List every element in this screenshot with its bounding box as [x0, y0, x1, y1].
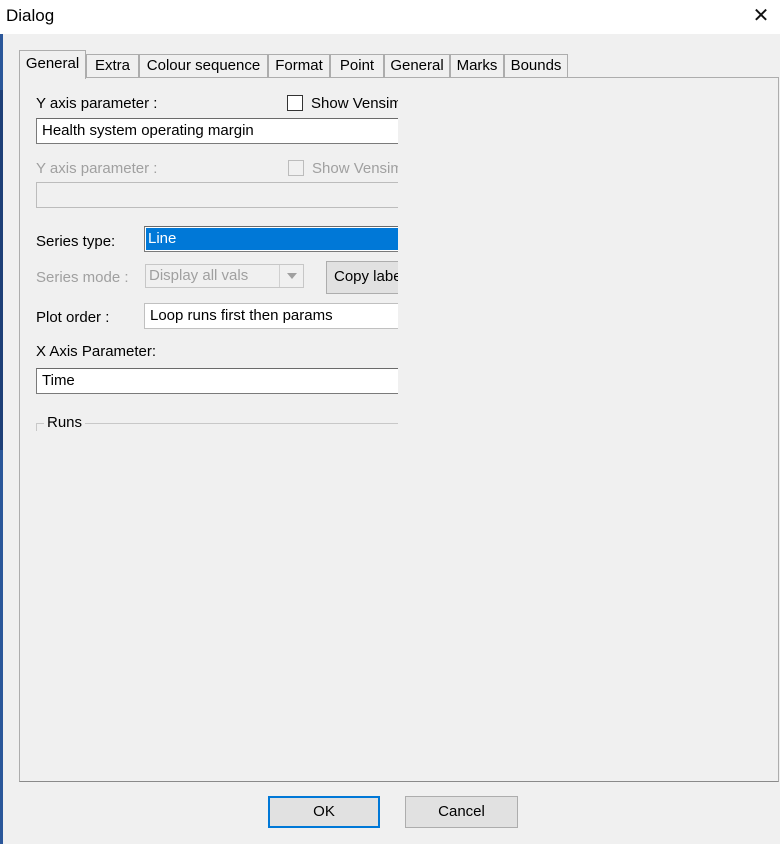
tab-format[interactable]: Format	[268, 54, 330, 78]
series-mode-value: Display all vals	[149, 267, 249, 284]
plot-order-label: Plot order :	[36, 309, 110, 326]
tab-colour-sequence[interactable]: Colour sequence	[139, 54, 268, 78]
show-vensim-label: Show Vensim	[311, 95, 398, 112]
y-axis-label: Y axis parameter :	[36, 95, 158, 112]
y-axis2-field[interactable]	[36, 182, 398, 208]
ok-button[interactable]: OK	[268, 796, 380, 828]
window-title: Dialog	[6, 6, 55, 25]
copy-labels-button[interactable]: Copy labels	[326, 261, 398, 294]
show-vensim2-label: Show Vensim	[312, 160, 398, 177]
runs-group-corner	[36, 423, 37, 431]
show-vensim2-checkbox[interactable]	[288, 160, 304, 176]
x-axis-field[interactable]: Time	[36, 368, 398, 394]
x-axis-label: X Axis Parameter:	[36, 343, 157, 360]
tab-bounds[interactable]: Bounds	[504, 54, 568, 78]
tab-point[interactable]: Point	[330, 54, 384, 78]
series-type-value: Line	[146, 228, 398, 250]
show-vensim-checkbox[interactable]	[287, 95, 303, 111]
window-edge-accent	[0, 90, 3, 450]
tab-marks[interactable]: Marks	[450, 54, 504, 78]
plot-order-field[interactable]: Loop runs first then params	[144, 303, 398, 329]
title-bar: Dialog ✕	[0, 0, 780, 34]
cancel-button[interactable]: Cancel	[405, 796, 518, 828]
series-mode-label: Series mode :	[36, 269, 129, 286]
tab-general-2[interactable]: General	[384, 54, 450, 78]
series-type-field[interactable]: Line	[144, 226, 398, 252]
y-axis2-label: Y axis parameter :	[36, 160, 158, 177]
close-icon[interactable]: ✕	[742, 0, 780, 34]
tab-general[interactable]: General	[19, 50, 86, 79]
runs-group-label: Runs	[44, 414, 86, 431]
general-tab-content: Y axis parameter : Show Vensim Health sy…	[20, 78, 398, 478]
series-mode-select[interactable]: Display all vals	[145, 264, 304, 288]
runs-group-border	[36, 423, 398, 424]
chevron-down-icon	[279, 265, 303, 287]
y-axis-field[interactable]: Health system operating margin	[36, 118, 398, 144]
series-type-label: Series type:	[36, 233, 116, 250]
tab-extra[interactable]: Extra	[86, 54, 139, 78]
